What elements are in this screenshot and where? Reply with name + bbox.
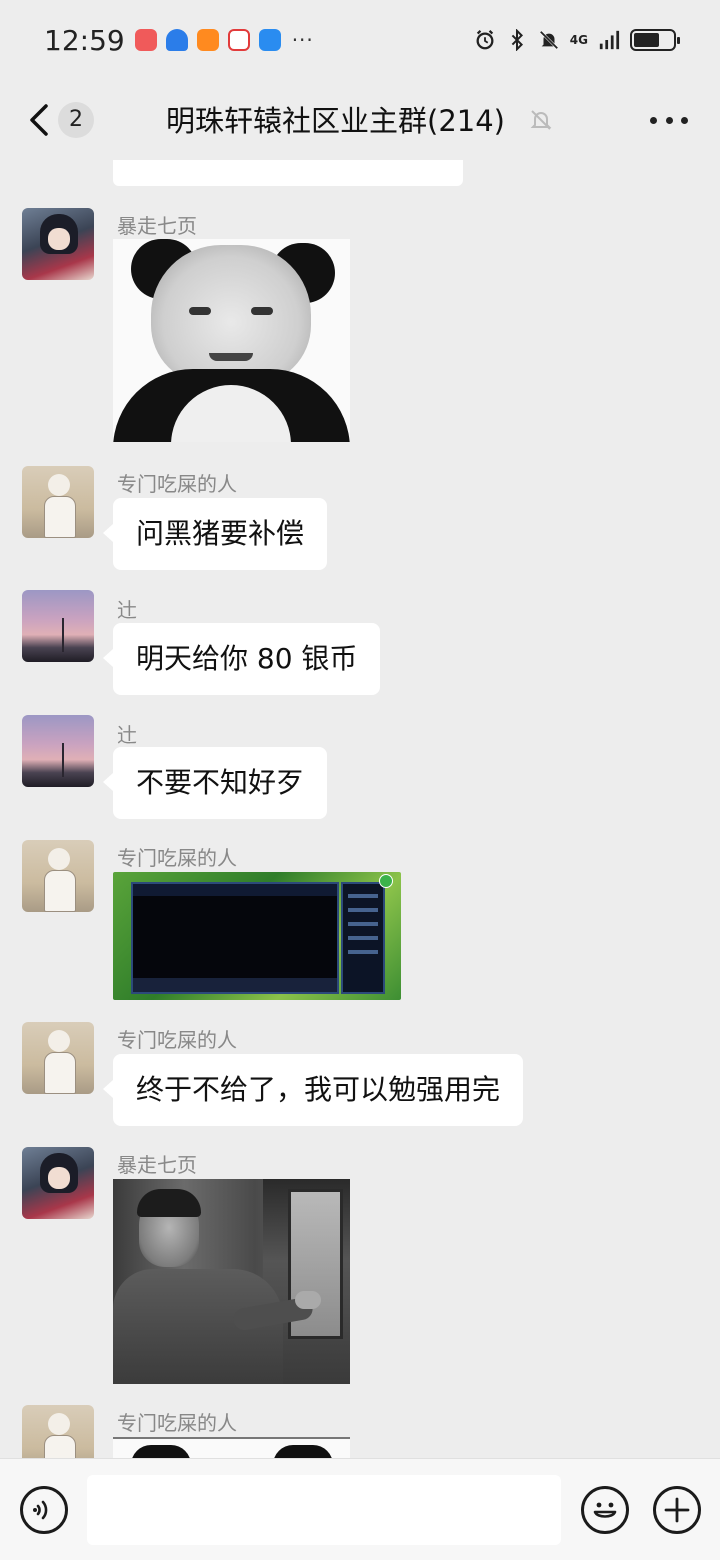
- dot-icon: [681, 116, 688, 124]
- message-input-bar: [0, 1458, 720, 1560]
- text-bubble[interactable]: 终于不给了，我可以勉强用完: [102, 1054, 524, 1126]
- chat-title: 明珠轩辕社区业主群(214): [166, 104, 505, 138]
- battery-icon: [630, 29, 680, 51]
- game-tab: [348, 894, 378, 898]
- text-bubble[interactable]: 不要不知好歹: [102, 747, 328, 819]
- panda-ear: [131, 1445, 191, 1458]
- meme-man-hair: [137, 1189, 201, 1217]
- voice-input-button[interactable]: [20, 1486, 68, 1534]
- more-options-button[interactable]: [650, 106, 688, 134]
- smiley-icon: [593, 1502, 617, 1518]
- calendar-app-icon: [227, 29, 250, 51]
- cut-off-text-bubble: [113, 160, 463, 186]
- weather-app-icon: [258, 29, 281, 51]
- child-photo-avatar[interactable]: [22, 1405, 94, 1458]
- sender-name: 专门吃屎的人: [117, 846, 237, 870]
- game-chat-input: [133, 978, 337, 992]
- signal-icon: [599, 30, 620, 50]
- emoji-button[interactable]: [581, 1486, 629, 1534]
- more-notifications-icon: ···: [291, 28, 314, 52]
- game-chat-topbar: [133, 884, 337, 896]
- sender-name: 辻: [117, 598, 137, 622]
- bluetooth-icon: [511, 29, 523, 51]
- alarm-icon: [476, 30, 494, 50]
- message-text-input[interactable]: [87, 1475, 561, 1545]
- panda-meme-partial-image[interactable]: [113, 1437, 350, 1458]
- voice-icon: [33, 1500, 48, 1520]
- game-tab: [348, 950, 378, 954]
- game-chat-side-tabs: [341, 882, 385, 994]
- status-indicators: 4G: [474, 29, 680, 51]
- game-tab: [348, 922, 378, 926]
- anime-girl-avatar[interactable]: [22, 208, 94, 280]
- child-photo-avatar[interactable]: [22, 840, 94, 912]
- sender-name: 专门吃屎的人: [117, 1411, 237, 1435]
- panda-mouth: [209, 353, 253, 361]
- panda-eye: [251, 307, 273, 315]
- sender-name: 暴走七页: [117, 1153, 197, 1177]
- network-type-label: 4G: [569, 32, 588, 47]
- dot-icon: [665, 116, 673, 124]
- text-bubble[interactable]: 明天给你 80 银币: [102, 623, 381, 695]
- sender-name: 专门吃屎的人: [117, 1028, 237, 1052]
- game-chat-screenshot-image[interactable]: [113, 872, 401, 1000]
- panda-eye: [189, 307, 211, 315]
- shield-app-icon: [165, 29, 188, 51]
- chat-header: 2 明珠轩辕社区业主群(214): [0, 80, 720, 160]
- sunset-avatar[interactable]: [22, 590, 94, 662]
- unread-count-badge[interactable]: 2: [58, 102, 94, 138]
- sender-name: 辻: [117, 723, 137, 747]
- mail-app-icon: [134, 29, 157, 51]
- message-list[interactable]: 暴走七页 专门吃屎的人 问黑猪要补偿 辻 明天给你 80 银币 辻 不要不知好歹: [0, 160, 720, 1458]
- child-photo-avatar[interactable]: [22, 466, 94, 538]
- game-close-icon: [379, 874, 393, 888]
- panda-ear: [273, 1445, 333, 1458]
- muted-bell-icon: [530, 110, 552, 130]
- panda-face: [151, 245, 311, 385]
- mute-bell-icon: [539, 30, 559, 50]
- back-arrow-icon[interactable]: [26, 102, 56, 138]
- game-chat-window: [131, 882, 339, 994]
- anime-girl-avatar[interactable]: [22, 1147, 94, 1219]
- text-bubble[interactable]: 问黑猪要补偿: [102, 498, 328, 570]
- game-tab: [348, 908, 378, 912]
- status-bar: 12:59 ··· 4G: [0, 0, 720, 80]
- dot-icon: [650, 116, 657, 124]
- meme-man-hand: [295, 1291, 321, 1309]
- battery-level: [634, 33, 659, 47]
- plus-icon: [664, 1497, 690, 1523]
- panda-meme-image[interactable]: [113, 239, 350, 442]
- more-actions-button[interactable]: [653, 1486, 701, 1534]
- man-pointing-meme-image[interactable]: [113, 1179, 350, 1384]
- child-photo-avatar[interactable]: [22, 1022, 94, 1094]
- game-tab: [348, 936, 378, 940]
- sender-name: 专门吃屎的人: [117, 472, 237, 496]
- sender-name: 暴走七页: [117, 214, 197, 238]
- video-app-icon: [196, 29, 219, 51]
- sunset-avatar[interactable]: [22, 715, 94, 787]
- status-time: 12:59: [44, 23, 125, 57]
